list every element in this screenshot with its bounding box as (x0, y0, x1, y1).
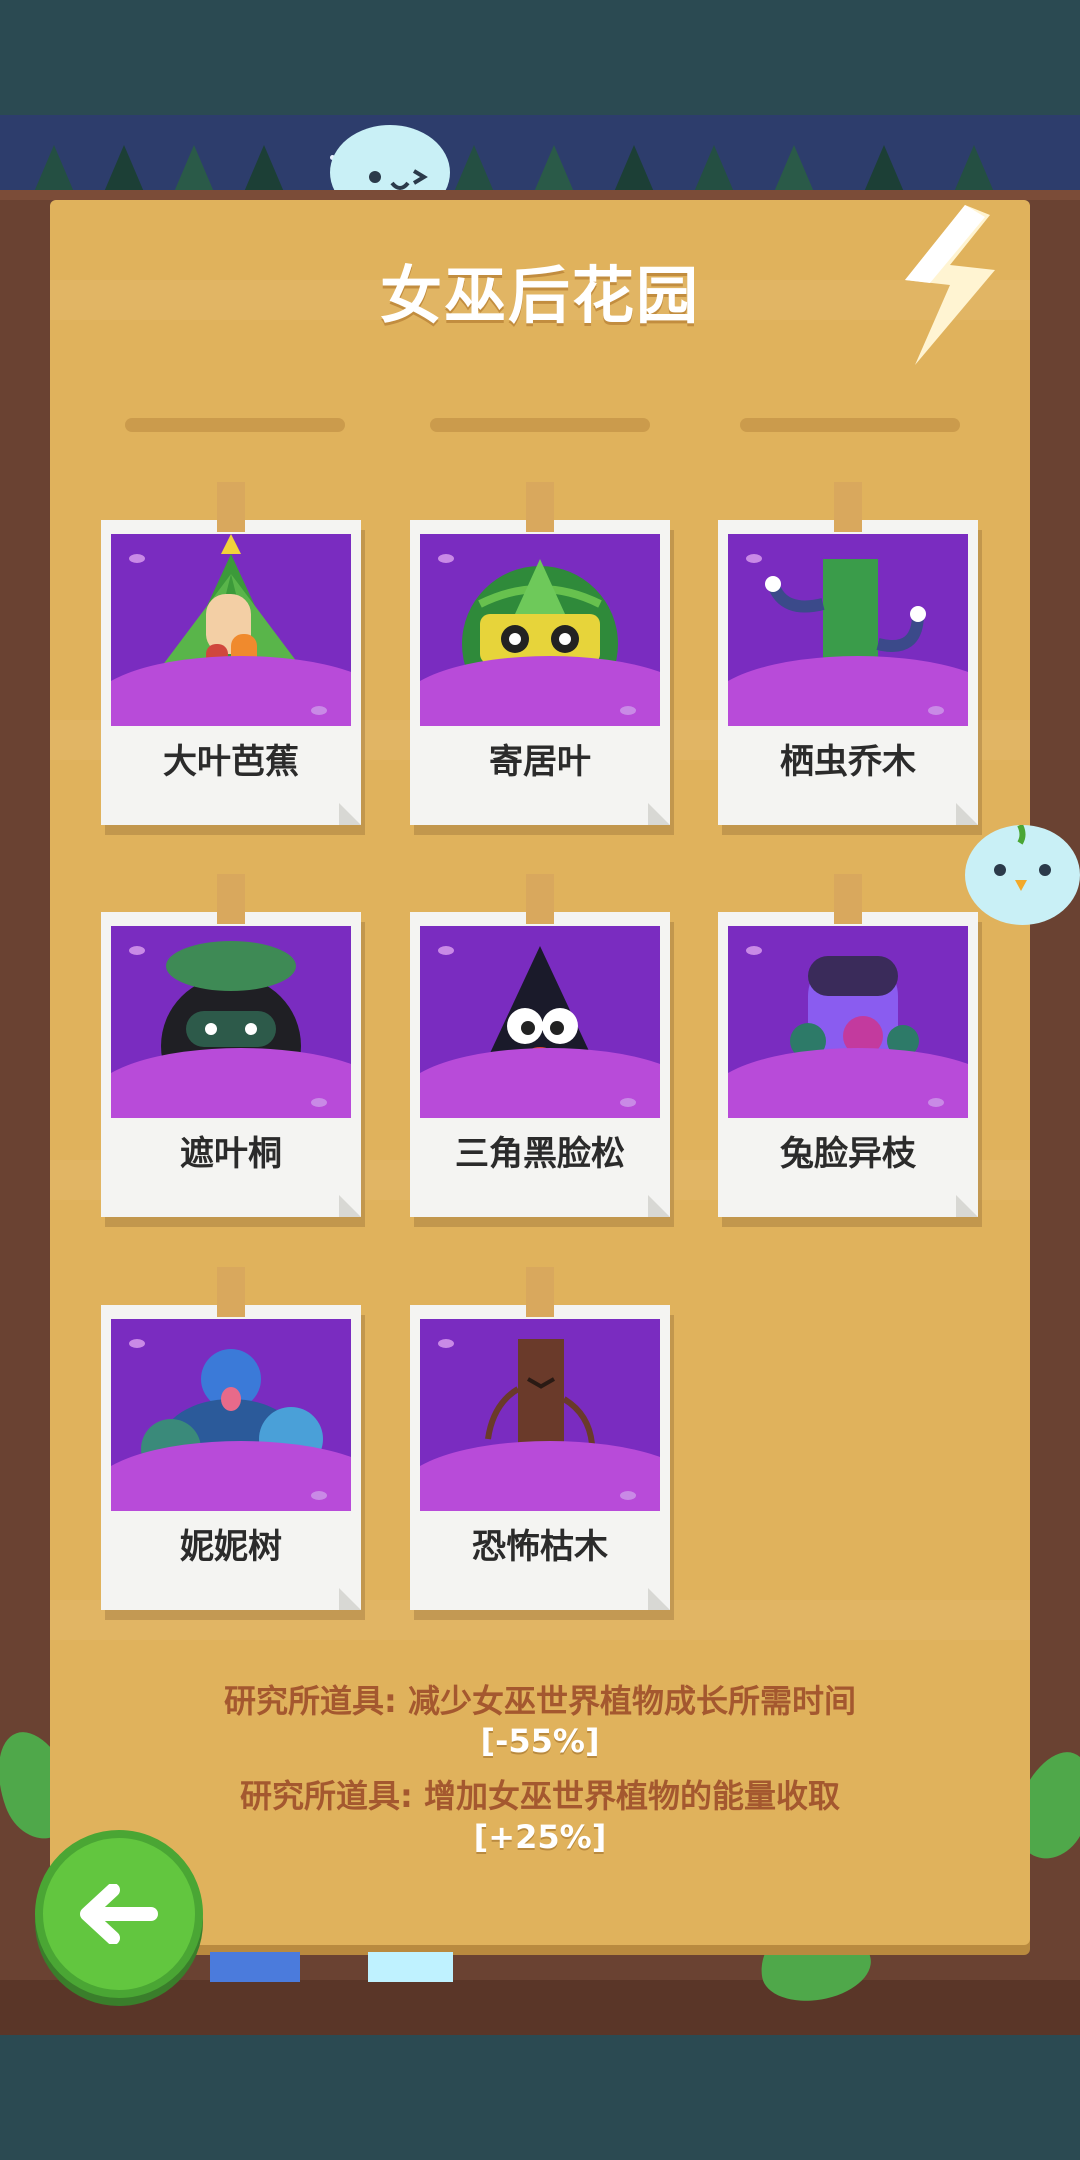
back-button[interactable] (35, 1830, 203, 1998)
plant-card[interactable]: 栖虫乔木 (718, 482, 978, 825)
plant-card[interactable]: 妮妮树 (101, 1267, 361, 1610)
plant-image (420, 1319, 660, 1511)
arrow-left-icon (80, 1884, 158, 1944)
plant-name: 妮妮树 (180, 1527, 282, 1567)
plant-card[interactable]: 大叶芭蕉 (101, 482, 361, 825)
plant-card[interactable]: 寄居叶 (410, 482, 670, 825)
mascot-side (965, 823, 1080, 925)
plant-card[interactable]: 恐怖枯木 (410, 1267, 670, 1610)
plant-card[interactable]: 三角黑脸松 (410, 874, 670, 1217)
plant-image (420, 926, 660, 1118)
plant-card[interactable]: 遮叶桐 (101, 874, 361, 1217)
decor-chip (368, 1952, 453, 1982)
plant-image (728, 534, 968, 726)
page-title: 女巫后花园 (379, 259, 700, 332)
decor-chip (210, 1952, 300, 1982)
plant-name: 寄居叶 (489, 742, 591, 782)
shelf-shadow (740, 418, 960, 432)
plant-name: 大叶芭蕉 (163, 742, 299, 782)
plant-card[interactable]: 兔脸异枝 (718, 874, 978, 1217)
plant-name: 恐怖枯木 (472, 1527, 608, 1567)
plant-name: 三角黑脸松 (455, 1134, 625, 1174)
top-background-band (0, 0, 1080, 120)
research-bonus-1: 研究所道具: 减少女巫世界植物成长所需时间 (224, 1682, 856, 1720)
plant-image (420, 534, 660, 726)
research-bonus-2-value: [+25%] (473, 1818, 607, 1856)
plant-image (111, 926, 351, 1118)
bottom-background-band (0, 2035, 1080, 2160)
plant-image (111, 1319, 351, 1511)
plant-name: 栖虫乔木 (780, 742, 916, 782)
plant-image (728, 926, 968, 1118)
shelf-shadow (430, 418, 650, 432)
plant-name: 兔脸异枝 (780, 1134, 916, 1174)
research-bonus-1-value: [-55%] (480, 1722, 600, 1760)
shelf-shadow (125, 418, 345, 432)
plant-image (111, 534, 351, 726)
plant-name: 遮叶桐 (180, 1134, 282, 1174)
research-bonus-2: 研究所道具: 增加女巫世界植物的能量收取 (240, 1777, 840, 1815)
